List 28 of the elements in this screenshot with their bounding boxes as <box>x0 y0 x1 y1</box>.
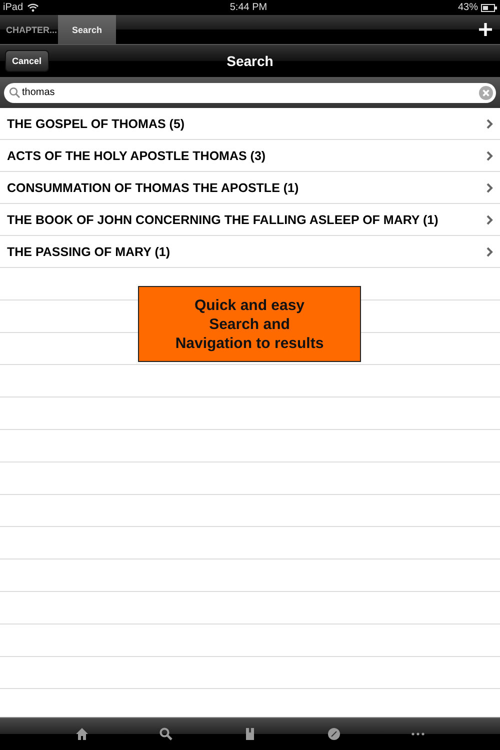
search-icon <box>9 87 20 98</box>
result-row[interactable]: CONSUMMATION OF THOMAS THE APOSTLE (1) <box>0 172 500 204</box>
nav-title: Search <box>226 53 274 69</box>
chevron-icon <box>486 118 493 128</box>
device-name: iPad <box>3 2 24 13</box>
search-icon[interactable] <box>159 727 173 741</box>
wifi-icon <box>27 3 40 12</box>
home-icon[interactable] <box>75 727 89 741</box>
clock: 5:44 PM <box>230 2 268 13</box>
chevron-icon <box>486 214 493 224</box>
result-row[interactable]: THE GOSPEL OF THOMAS (5) <box>0 108 500 140</box>
battery-icon <box>481 4 497 12</box>
banner-text: Quick and easy <box>194 296 305 314</box>
result-row[interactable]: ACTS OF THE HOLY APOSTLE THOMAS (3) <box>0 140 500 172</box>
cancel-button[interactable]: Cancel <box>5 50 49 72</box>
tab[interactable]: CHAPTER... <box>0 15 58 44</box>
tab[interactable]: Search <box>58 15 116 44</box>
book-icon[interactable] <box>243 727 257 741</box>
battery-percentage: 43% <box>458 2 478 13</box>
banner-text: Navigation to results <box>175 334 324 352</box>
result-row[interactable]: THE BOOK OF JOHN CONCERNING THE FALLING ASLEEP OF MARY (1) <box>0 204 500 236</box>
chevron-icon <box>486 150 493 160</box>
chevron-icon <box>486 182 493 192</box>
add-icon[interactable] <box>479 23 492 36</box>
compass-icon[interactable] <box>327 727 341 741</box>
banner-text: Search and <box>209 314 290 334</box>
search-field[interactable]: thomas <box>4 82 496 102</box>
chevron-icon <box>486 246 493 256</box>
